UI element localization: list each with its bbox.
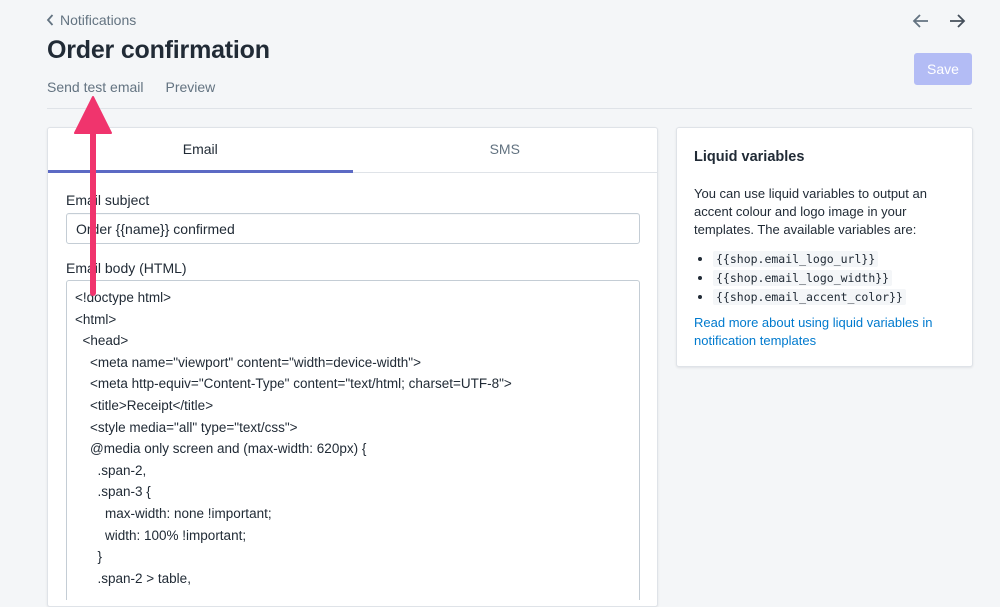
code-line: }: [75, 549, 103, 565]
code-line: .span-2,: [75, 462, 147, 478]
next-arrow-icon[interactable]: [946, 10, 968, 32]
send-test-email-link[interactable]: Send test email: [47, 79, 144, 95]
list-item: {{shop.email_accent_color}}: [713, 287, 906, 306]
code-line: @media only screen and (max-width: 620px…: [75, 441, 367, 457]
code-line: <meta name="viewport" content="width=dev…: [75, 354, 421, 370]
email-subject-input[interactable]: [66, 213, 640, 244]
code-line: <meta http-equiv="Content-Type" content=…: [75, 376, 512, 392]
pagination-arrows: [896, 10, 968, 32]
liquid-variables-description: You can use liquid variables to output a…: [694, 186, 927, 237]
email-body-label: Email body (HTML): [66, 260, 187, 276]
code-line: max-width: none !important;: [75, 505, 272, 521]
code-line: <!doctype html>: [75, 290, 172, 305]
preview-link[interactable]: Preview: [166, 79, 216, 95]
code-line: width: 100% !important;: [75, 527, 247, 543]
liquid-variables-card: Liquid variables You can use liquid vari…: [676, 127, 973, 367]
list-item: {{shop.email_logo_width}}: [713, 268, 906, 287]
breadcrumb-label: Notifications: [60, 12, 137, 28]
email-body-editor[interactable]: <!doctype html> <html> <head> <meta name…: [66, 280, 640, 600]
code-line: <title>Receipt</title>: [75, 397, 214, 413]
channel-tabs: Email SMS: [48, 128, 657, 173]
page-header: Notifications Order confirmation Send te…: [0, 0, 1000, 110]
code-line: .span-2 > table,: [75, 570, 191, 586]
variable-code: {{shop.email_logo_width}}: [713, 270, 893, 286]
liquid-variables-title: Liquid variables: [694, 149, 805, 165]
list-item: {{shop.email_logo_url}}: [713, 249, 906, 268]
chevron-left-icon: [46, 14, 54, 26]
breadcrumb[interactable]: Notifications: [46, 12, 136, 28]
page-title: Order confirmation: [47, 36, 270, 64]
template-editor-card: Email SMS Email subject Email body (HTML…: [47, 127, 658, 607]
tab-sms[interactable]: SMS: [353, 128, 658, 172]
header-divider: [47, 108, 972, 109]
code-line: <style media="all" type="text/css">: [75, 419, 298, 435]
variable-list: {{shop.email_logo_url}} {{shop.email_log…: [694, 249, 906, 306]
code-line: <head>: [75, 333, 129, 349]
code-line: .span-3 {: [75, 484, 151, 500]
liquid-variables-help-link[interactable]: Read more about using liquid variables i…: [694, 314, 956, 350]
tab-email[interactable]: Email: [48, 128, 353, 173]
save-button[interactable]: Save: [914, 53, 972, 85]
email-subject-label: Email subject: [66, 192, 150, 208]
code-line: <html>: [75, 311, 117, 327]
variable-code: {{shop.email_logo_url}}: [713, 251, 879, 267]
variable-code: {{shop.email_accent_color}}: [713, 289, 906, 305]
header-actions: Send test email Preview: [47, 79, 237, 95]
previous-arrow-icon[interactable]: [910, 10, 932, 32]
